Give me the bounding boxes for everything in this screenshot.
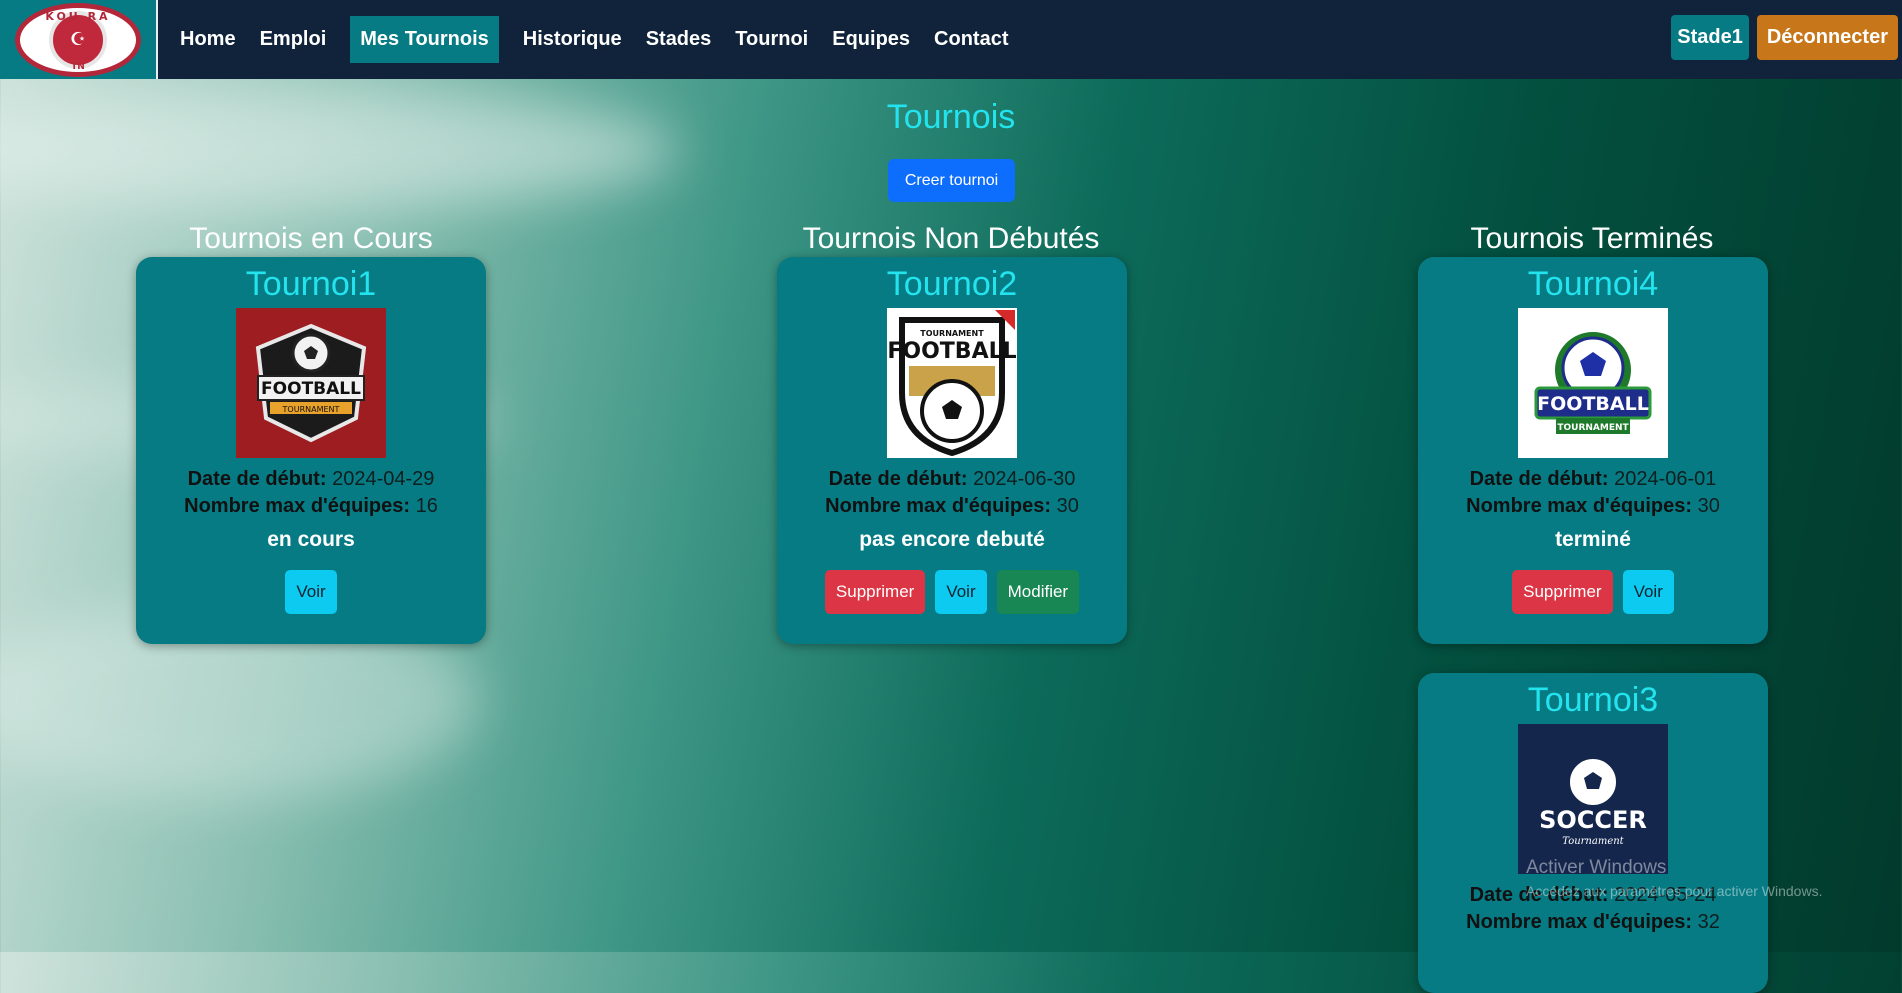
delete-button[interactable]: Supprimer — [824, 570, 926, 614]
tournament-status: terminé — [1555, 528, 1631, 551]
delete-button[interactable]: Supprimer — [1512, 570, 1613, 614]
nav-historique[interactable]: Historique — [513, 16, 632, 63]
watermark-subtitle: Accédez aux paramètres pour activer Wind… — [1526, 883, 1823, 899]
tournament-name: Tournoi2 — [886, 265, 1018, 303]
view-button[interactable]: Voir — [285, 570, 337, 614]
max-teams: Nombre max d'équipes: 30 — [1418, 495, 1768, 518]
start-date: Date de début: 2024-06-30 — [777, 468, 1127, 491]
football-ball-badge-icon: FOOTBALL TOURNAMENT — [1534, 332, 1652, 434]
max-teams: Nombre max d'équipes: 32 — [1418, 911, 1768, 934]
max-teams-label: Nombre max d'équipes: — [1466, 495, 1693, 517]
column-title-non-debutes: Tournois Non Débutés — [802, 222, 1100, 255]
max-teams-value: 32 — [1697, 911, 1720, 933]
navbar: KOU RA ☪ TN Home Emploi Mes Tournois His… — [0, 0, 1902, 79]
edit-button[interactable]: Modifier — [996, 570, 1080, 614]
logo-link[interactable]: KOU RA ☪ TN — [0, 0, 158, 79]
tournament-name: Tournoi3 — [1527, 681, 1659, 719]
logout-button[interactable]: Déconnecter — [1756, 15, 1898, 60]
nav-emploi[interactable]: Emploi — [250, 16, 337, 63]
max-teams-label: Nombre max d'équipes: — [825, 495, 1052, 517]
svg-text:SOCCER: SOCCER — [1539, 806, 1647, 834]
max-teams: Nombre max d'équipes: 30 — [777, 495, 1127, 518]
svg-text:FOOTBALL: FOOTBALL — [1537, 393, 1649, 415]
card-actions: Supprimer Voir — [1418, 570, 1768, 614]
max-teams: Nombre max d'équipes: 16 — [136, 495, 486, 518]
tournament-logo: FOOTBALL TOURNAMENT — [1518, 308, 1668, 458]
column-title-en-cours: Tournois en Cours — [189, 222, 433, 255]
tournament-status: en cours — [267, 528, 355, 551]
nav-links: Home Emploi Mes Tournois Historique Stad… — [170, 16, 1018, 63]
tournament-card: Tournoi4 FOOTBALL TOURNAMENT Date de déb… — [1418, 257, 1768, 644]
nav-tournoi[interactable]: Tournoi — [725, 16, 818, 63]
tournament-card: Tournoi2 TOURNAMENT FOOTBALL Date de déb… — [777, 257, 1127, 644]
start-date-value: 2024-04-29 — [332, 468, 435, 490]
max-teams-value: 30 — [1697, 495, 1720, 517]
football-badge-icon: FOOTBALL TOURNAMENT — [255, 323, 367, 443]
max-teams-label: Nombre max d'équipes: — [184, 495, 411, 517]
start-date-value: 2024-06-30 — [973, 468, 1076, 490]
svg-text:FOOTBALL: FOOTBALL — [261, 379, 361, 399]
tournament-name: Tournoi4 — [1527, 265, 1659, 303]
tournament-logo: FOOTBALL TOURNAMENT — [236, 308, 386, 458]
nav-stades[interactable]: Stades — [636, 16, 722, 63]
nav-contact[interactable]: Contact — [924, 16, 1018, 63]
create-tournament-button[interactable]: Creer tournoi — [888, 159, 1015, 202]
column-title-termines: Tournois Terminés — [1470, 222, 1714, 255]
soccer-ball-icon: SOCCER Tournament — [1539, 757, 1647, 847]
koura-logo: KOU RA ☪ TN — [15, 2, 141, 77]
tournament-status: pas encore debuté — [859, 528, 1045, 551]
svg-text:FOOTBALL: FOOTBALL — [887, 339, 1016, 364]
max-teams-label: Nombre max d'équipes: — [1466, 911, 1693, 933]
view-button[interactable]: Voir — [935, 570, 987, 614]
windows-activation-watermark: Activer Windows Accédez aux paramètres p… — [1526, 857, 1822, 899]
view-button[interactable]: Voir — [1622, 570, 1674, 614]
max-teams-value: 16 — [415, 495, 438, 517]
tournament-logo: SOCCER Tournament — [1518, 724, 1668, 874]
page-title: Tournois — [886, 98, 1016, 136]
start-date-value: 2024-06-01 — [1614, 468, 1717, 490]
card-actions: Voir — [136, 570, 486, 614]
svg-text:TOURNAMENT: TOURNAMENT — [920, 329, 984, 338]
start-date: Date de début: 2024-06-01 — [1418, 468, 1768, 491]
nav-home[interactable]: Home — [170, 16, 246, 63]
stade-button[interactable]: Stade1 — [1671, 15, 1749, 60]
logo-sub-text: TN — [71, 61, 85, 72]
tournament-name: Tournoi1 — [245, 265, 377, 303]
tournament-card: Tournoi1 FOOTBALL TOURNAMENT Date de déb… — [136, 257, 486, 644]
football-shield-icon: TOURNAMENT FOOTBALL — [887, 310, 1017, 457]
start-date: Date de début: 2024-04-29 — [136, 468, 486, 491]
card-actions: Supprimer Voir Modifier — [777, 570, 1127, 614]
start-date-label: Date de début: — [187, 468, 327, 490]
start-date-label: Date de début: — [828, 468, 968, 490]
svg-text:Tournament: Tournament — [1562, 836, 1624, 847]
nav-right: Stade1 Déconnecter — [1671, 15, 1898, 60]
logo-brand-text: KOU RA — [45, 9, 111, 23]
nav-equipes[interactable]: Equipes — [822, 16, 920, 63]
start-date-label: Date de début: — [1469, 468, 1609, 490]
tournament-logo: TOURNAMENT FOOTBALL — [887, 308, 1017, 458]
svg-text:TOURNAMENT: TOURNAMENT — [282, 405, 340, 414]
watermark-title: Activer Windows — [1526, 857, 1667, 878]
tournament-card: Tournoi3 SOCCER Tournament Date de début… — [1418, 673, 1768, 993]
svg-text:TOURNAMENT: TOURNAMENT — [1557, 423, 1629, 433]
nav-mes-tournois[interactable]: Mes Tournois — [350, 16, 499, 63]
max-teams-value: 30 — [1056, 495, 1079, 517]
